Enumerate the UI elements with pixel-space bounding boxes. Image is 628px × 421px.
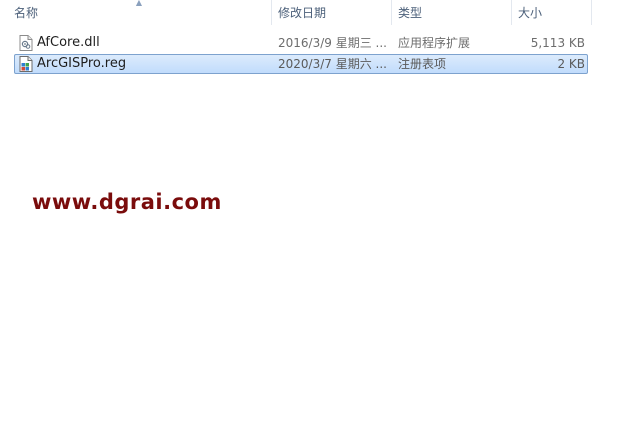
file-size: 5,113 KB [530, 36, 585, 50]
file-type: 应用程序扩展 [398, 36, 471, 50]
column-header-date-label: 修改日期 [278, 6, 327, 20]
column-header-size[interactable]: 大小 [512, 0, 592, 25]
file-date: 2020/3/7 星期六 ... [278, 57, 387, 71]
column-header-name-label: 名称 [14, 6, 39, 20]
column-header-row: 名称 ▲ 修改日期 类型 大小 [0, 0, 628, 25]
sort-ascending-icon: ▲ [135, 0, 143, 7]
file-type: 注册表项 [398, 57, 447, 71]
file-size: 2 KB [557, 57, 585, 71]
file-list: AfCore.dll 2016/3/9 星期三 ... 应用程序扩展 5,113… [14, 33, 588, 75]
file-row-arcgispro[interactable]: ArcGISPro.reg 2020/3/7 星期六 ... 注册表项 2 KB [14, 54, 588, 74]
dll-file-icon [19, 35, 33, 51]
registry-file-icon [19, 56, 33, 72]
column-header-date[interactable]: 修改日期 [272, 0, 392, 25]
watermark-text: www.dgrai.com [32, 190, 222, 214]
file-name: ArcGISPro.reg [37, 56, 127, 71]
column-header-type-label: 类型 [398, 6, 423, 20]
column-header-type[interactable]: 类型 [392, 0, 512, 25]
file-explorer-window: 名称 ▲ 修改日期 类型 大小 AfCore.dll 2016/3/9 星期三 … [0, 0, 628, 421]
file-name: AfCore.dll [37, 35, 100, 50]
file-row-afcore[interactable]: AfCore.dll 2016/3/9 星期三 ... 应用程序扩展 5,113… [14, 33, 588, 53]
file-date: 2016/3/9 星期三 ... [278, 36, 387, 50]
column-header-size-label: 大小 [518, 6, 543, 20]
